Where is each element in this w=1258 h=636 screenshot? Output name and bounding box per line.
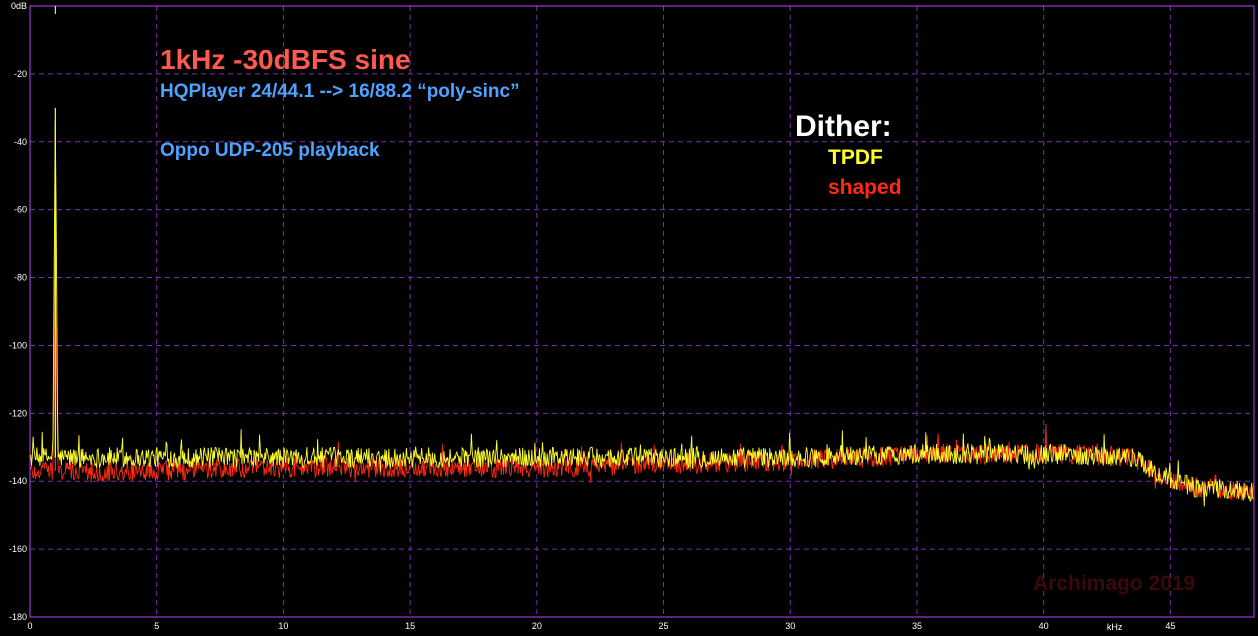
- y-top-label: 0dB: [11, 1, 27, 11]
- y-tick-label: -40: [14, 137, 27, 147]
- legend-title: Dither:: [795, 110, 892, 143]
- x-tick-label: 5: [154, 621, 159, 631]
- x-tick-label: 15: [405, 621, 415, 631]
- y-tick-label: -120: [9, 408, 27, 418]
- x-tick-label: 30: [785, 621, 795, 631]
- y-tick-label: -180: [9, 612, 27, 622]
- x-tick-label: 25: [659, 621, 669, 631]
- x-tick-label: 0: [27, 621, 32, 631]
- series-line-tpdf: [29, 121, 1255, 507]
- chart-title: 1kHz -30dBFS sine: [160, 44, 411, 75]
- y-tick-label: -100: [9, 340, 27, 350]
- x-tick-label: 20: [532, 621, 542, 631]
- y-tick-label: -140: [9, 476, 27, 486]
- legend-entry-shaped: shaped: [828, 176, 902, 199]
- watermark: Archimago 2019: [1033, 572, 1196, 595]
- x-tick-label: 10: [278, 621, 288, 631]
- chart-subtitle: HQPlayer 24/44.1 --> 16/88.2 “poly-sinc”: [160, 81, 520, 102]
- x-tick-label: 45: [1165, 621, 1175, 631]
- y-tick-label: -20: [14, 69, 27, 79]
- x-tick-label: 40: [1039, 621, 1049, 631]
- chart-series: [29, 107, 1255, 507]
- series-line-shaped: [29, 288, 1255, 501]
- legend-entry-tpdf: TPDF: [828, 146, 883, 169]
- y-tick-label: -60: [14, 205, 27, 215]
- y-tick-label: -80: [14, 273, 27, 283]
- x-axis-label: kHz: [1107, 622, 1123, 632]
- x-tick-label: 35: [912, 621, 922, 631]
- chart-note: Oppo UDP-205 playback: [160, 140, 380, 161]
- y-tick-label: -160: [9, 544, 27, 554]
